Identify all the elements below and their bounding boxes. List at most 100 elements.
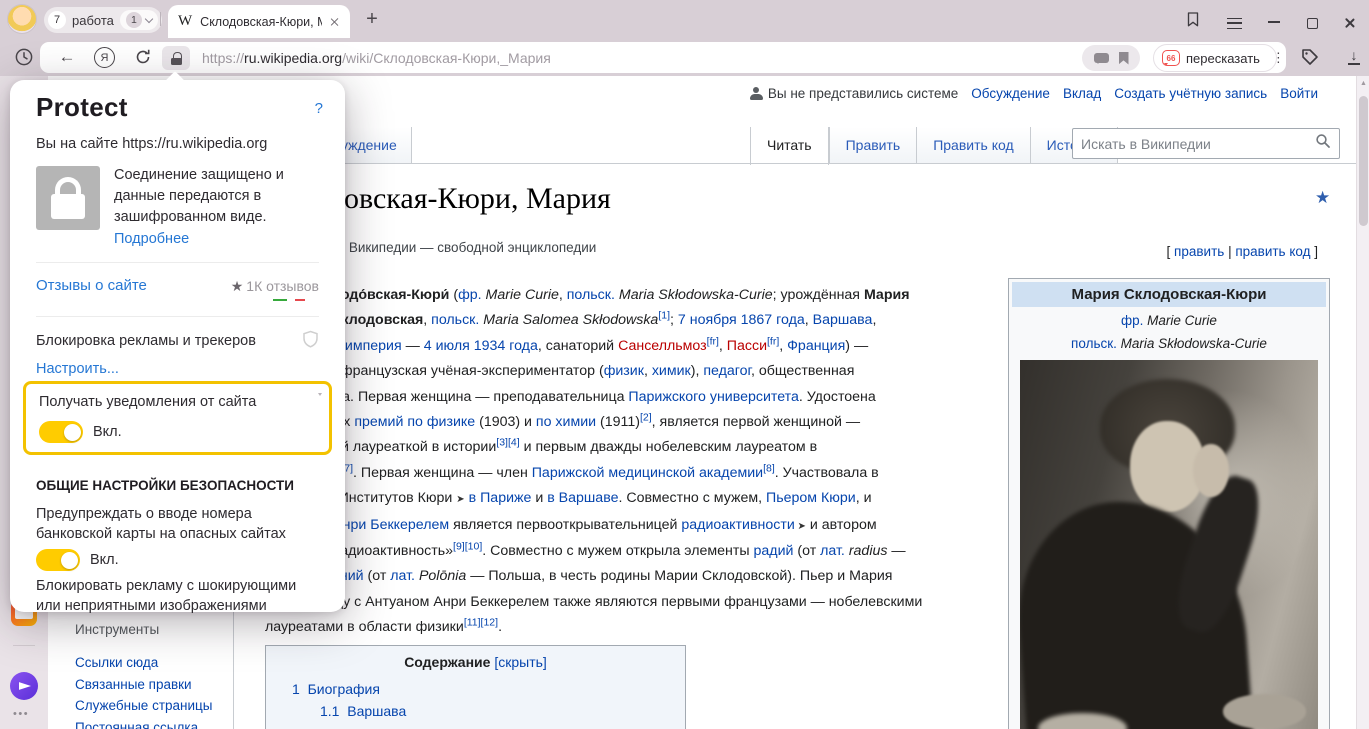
article-line: Нобелевских премий по физике (1903) и по… [265,410,922,435]
search-icon[interactable] [1315,133,1331,154]
site-lock-button[interactable] [162,46,190,70]
article-line: нобелевской лауреаткой в истории[3][4] и… [265,435,922,460]
bookmarks-panel-icon[interactable] [1181,8,1205,30]
tabbar-divider [160,12,161,26]
details-link[interactable]: Подробнее [114,231,189,247]
lock-tile-icon [36,166,100,230]
card-warning-toggle-row: Вкл. [36,549,119,571]
personal-link-talk[interactable]: Обсуждение [971,86,1050,101]
reviews-negative-mark [295,299,305,301]
rephrase-button[interactable]: 66 пересказать ⋮ [1153,44,1277,72]
scrollbar-thumb[interactable] [1359,96,1368,226]
maximize-button[interactable] [1300,12,1324,34]
divider [36,316,319,317]
article-line: луч) и полоний (от лат. Polōnia — Польша… [265,564,922,589]
article-line: Кюри наряду с Антуаном Анри Беккерелем т… [265,590,922,615]
toolbar-quick-pill[interactable] [1082,45,1140,71]
personal-link-create-account[interactable]: Создать учётную запись [1114,86,1267,101]
tab-group-count: 7 [48,11,66,29]
portrait-photo[interactable] [1020,360,1318,729]
sidebar-tools-links: Ссылки сюдаСвязанные правкиСлужебные стр… [75,652,212,729]
personal-link-login[interactable]: Войти [1280,86,1318,101]
reviews-positive-mark [273,299,287,301]
downloads-icon[interactable]: ↓ [1344,46,1364,68]
close-button[interactable] [1338,12,1362,34]
strip-more-icon[interactable]: ••• [13,708,29,720]
toc-title: Содержание [404,654,490,670]
yandex-logo-icon[interactable]: Я [94,47,115,68]
person-infobox: Мария Склодовская-Кюри фр. Marie Curie п… [1008,278,1330,729]
sidebar-tools-header: Инструменты [75,622,159,637]
tab-close-icon[interactable] [330,17,340,27]
sidebar-link[interactable]: Служебные страницы [75,695,212,717]
shield-icon [302,330,319,353]
scrollbar-up-icon[interactable]: ▲ [1359,80,1368,87]
personal-link-contrib[interactable]: Вклад [1063,86,1101,101]
article-line: термина «радиоактивность»[9][10]. Совмес… [265,539,922,564]
page-tab[interactable]: Читать [750,127,829,165]
user-icon [750,87,763,100]
wiki-search-box[interactable] [1072,128,1340,159]
tab-title: Склодовская-Кюри, Ма [200,15,322,29]
protect-popup: Protect ? Вы на сайте https://ru.wikiped… [10,80,345,612]
strip-divider [13,645,35,646]
notifications-toggle[interactable] [39,421,83,443]
notifications-label: Получать уведомления от сайта [39,394,256,410]
search-input[interactable] [1073,136,1315,152]
refresh-icon[interactable] [134,48,152,66]
tab-group-badge-pill[interactable]: 1 [120,10,158,30]
page-tabs: ЧитатьПравитьПравить кодИстория [750,127,1118,164]
browser-tab-active[interactable]: W Склодовская-Кюри, Ма [168,5,350,38]
security-section-header: ОБЩИЕ НАСТРОЙКИ БЕЗОПАСНОСТИ [36,478,294,493]
page-tab[interactable]: Править код [916,127,1029,164]
rephrase-menu-icon[interactable]: ⋮ [1272,50,1285,66]
bookmark-icon[interactable] [1119,52,1129,65]
card-warning-toggle[interactable] [36,549,80,571]
section-edit-links[interactable]: [ править | править код ] [1167,244,1318,259]
divider [36,262,319,263]
reviews-count: ★1К отзывов [231,278,319,295]
article-line: Российская империя — 4 июля 1934 года, с… [265,334,922,359]
comments-icon[interactable] [1094,53,1109,63]
url-text[interactable]: https://ru.wikipedia.org/wiki/Склодовска… [202,48,551,68]
infobox-polish-name: польск. Maria Skłodowska-Curie [1012,330,1326,353]
article-line: лауреатами в области физики[11][12]. [265,615,922,640]
rephrase-label: пересказать [1186,51,1260,66]
collections-tags-icon[interactable] [1300,47,1320,67]
tab-group-badge: 1 [126,12,142,28]
history-clock-icon[interactable] [14,47,34,67]
adblock-label: Блокировка рекламы и трекеров [36,333,256,349]
sidebar-link[interactable]: Связанные правки [75,674,212,696]
connection-text: Соединение защищено и данные передаются … [114,165,329,228]
article-line: Мари́я Склодо́вская-Кюри́ (фр. Marie Cur… [265,283,922,308]
back-icon[interactable]: ← [56,46,78,68]
protect-title: Protect [36,92,128,123]
toc-item[interactable]: 1.1 Варшава [276,700,675,722]
url-host-path: ru.wikipedia.org/wiki/Склодовская-Кюри,_… [244,50,551,66]
browser-window: 7 работа 1 W Склодовская-Кюри, Ма + ← Я … [0,0,1369,729]
help-link[interactable]: ? [315,100,323,117]
article-line: деятельница. Первая женщина — преподават… [265,385,922,410]
page-scrollbar[interactable]: ▲ [1356,76,1369,729]
tab-group[interactable]: 7 работа 1 [44,7,162,33]
minimize-button[interactable] [1262,7,1286,29]
article-lead: Мари́я Склодо́вская-Кюри́ (фр. Marie Cur… [265,283,922,641]
star-icon: ★ [231,278,244,294]
toggle-state-label: Вкл. [90,552,119,568]
page-tab[interactable]: Править [829,127,917,164]
profile-avatar[interactable] [8,5,36,33]
site-line: Вы на сайте https://ru.wikipedia.org [36,136,267,152]
sidebar-link[interactable]: Постоянная ссылка [75,717,212,729]
article-line: основании Институтов Кюри ➤ в Париже и в… [265,486,922,512]
configure-link[interactable]: Настроить... [36,361,119,377]
watchlist-star-icon[interactable]: ★ [1315,188,1330,208]
toc-items: 1 Биография1.1 Варшава [276,678,675,722]
site-reviews-link[interactable]: Отзывы о сайте [36,277,147,294]
new-tab-button[interactable]: + [360,6,384,32]
alice-assistant-icon[interactable] [10,672,38,700]
toc-hide-link[interactable]: [скрыть] [494,654,546,670]
toc-item[interactable]: 1 Биография [276,678,675,700]
sidebar-link[interactable]: Ссылки сюда [75,652,212,674]
wikipedia-favicon: W [178,13,192,30]
menu-icon[interactable] [1222,12,1246,34]
